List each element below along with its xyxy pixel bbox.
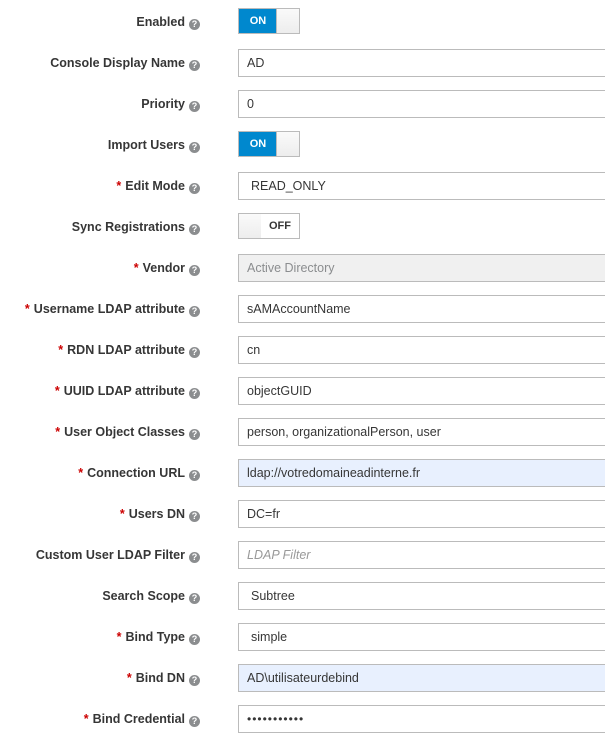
uuid-ldap-attribute-input[interactable]: objectGUID: [238, 377, 605, 405]
custom-user-ldap-filter-input[interactable]: LDAP Filter: [238, 541, 605, 569]
row-bind-type: * Bind Type? simple: [0, 623, 605, 651]
row-users-dn: * Users DN? DC=fr: [0, 500, 605, 528]
connection-url-input[interactable]: ldap://votredomaineadinterne.fr: [238, 459, 605, 487]
username-ldap-attribute-label: * Username LDAP attribute?: [25, 295, 200, 323]
import-users-label: Import Users?: [108, 131, 200, 159]
console-display-name-input[interactable]: AD: [238, 49, 605, 77]
required-mark: *: [119, 507, 125, 521]
bind-dn-label: * Bind DN?: [127, 664, 200, 692]
bind-credential-label: * Bind Credential?: [84, 705, 200, 733]
help-icon[interactable]: ?: [189, 142, 200, 153]
sync-registrations-label: Sync Registrations?: [72, 213, 200, 241]
help-icon[interactable]: ?: [189, 634, 200, 645]
priority-input[interactable]: 0: [238, 90, 605, 118]
toggle-off-label: OFF: [261, 214, 299, 238]
help-icon[interactable]: ?: [189, 593, 200, 604]
required-mark: *: [58, 343, 64, 357]
priority-label: Priority?: [141, 90, 200, 118]
row-enabled: Enabled? ON: [0, 8, 605, 36]
row-user-object-classes: * User Object Classes? person, organizati…: [0, 418, 605, 446]
required-mark: *: [54, 384, 60, 398]
help-icon[interactable]: ?: [189, 306, 200, 317]
required-mark: *: [24, 302, 30, 316]
user-object-classes-input[interactable]: person, organizationalPerson, user: [238, 418, 605, 446]
username-ldap-attribute-input[interactable]: sAMAccountName: [238, 295, 605, 323]
users-dn-input[interactable]: DC=fr: [238, 500, 605, 528]
row-custom-user-ldap-filter: Custom User LDAP Filter? LDAP Filter: [0, 541, 605, 569]
toggle-on-label: ON: [239, 9, 277, 33]
row-username-ldap-attribute: * Username LDAP attribute? sAMAccountName: [0, 295, 605, 323]
required-mark: *: [133, 261, 139, 275]
uuid-ldap-attribute-label: * UUID LDAP attribute?: [55, 377, 200, 405]
bind-type-label: * Bind Type?: [117, 623, 200, 651]
required-mark: *: [55, 425, 61, 439]
bind-dn-input[interactable]: AD\utilisateurdebind: [238, 664, 605, 692]
required-mark: *: [116, 179, 122, 193]
help-icon[interactable]: ?: [189, 716, 200, 727]
toggle-on-label: ON: [239, 132, 277, 156]
help-icon[interactable]: ?: [189, 101, 200, 112]
row-vendor: * Vendor? Active Directory: [0, 254, 605, 282]
enabled-toggle[interactable]: ON: [238, 8, 300, 34]
required-mark: *: [78, 466, 84, 480]
search-scope-label: Search Scope?: [102, 582, 200, 610]
help-icon[interactable]: ?: [189, 60, 200, 71]
row-import-users: Import Users? ON: [0, 131, 605, 159]
required-mark: *: [83, 712, 89, 726]
vendor-label: * Vendor?: [134, 254, 200, 282]
users-dn-label: * Users DN?: [120, 500, 200, 528]
row-sync-registrations: Sync Registrations? OFF: [0, 213, 605, 241]
vendor-select: Active Directory: [238, 254, 605, 282]
bind-credential-input[interactable]: •••••••••••: [238, 705, 605, 733]
help-icon[interactable]: ?: [189, 388, 200, 399]
row-rdn-ldap-attribute: * RDN LDAP attribute? cn: [0, 336, 605, 364]
edit-mode-select[interactable]: READ_ONLY: [238, 172, 605, 200]
enabled-label: Enabled?: [136, 8, 200, 36]
help-icon[interactable]: ?: [189, 675, 200, 686]
help-icon[interactable]: ?: [189, 347, 200, 358]
toggle-knob: [239, 214, 262, 238]
row-connection-url: * Connection URL? ldap://votredomaineadin…: [0, 459, 605, 487]
custom-user-ldap-filter-label: Custom User LDAP Filter?: [36, 541, 200, 569]
console-display-name-label: Console Display Name?: [50, 49, 200, 77]
row-priority: Priority? 0: [0, 90, 605, 118]
row-bind-dn: * Bind DN? AD\utilisateurdebind: [0, 664, 605, 692]
connection-url-label: * Connection URL?: [78, 459, 200, 487]
import-users-toggle[interactable]: ON: [238, 131, 300, 157]
row-console-display-name: Console Display Name? AD: [0, 49, 605, 77]
row-search-scope: Search Scope? Subtree: [0, 582, 605, 610]
toggle-knob: [276, 9, 299, 33]
bind-type-select[interactable]: simple: [238, 623, 605, 651]
help-icon[interactable]: ?: [189, 265, 200, 276]
required-mark: *: [126, 671, 132, 685]
rdn-ldap-attribute-label: * RDN LDAP attribute?: [58, 336, 200, 364]
user-object-classes-label: * User Object Classes?: [55, 418, 200, 446]
help-icon[interactable]: ?: [189, 470, 200, 481]
help-icon[interactable]: ?: [189, 224, 200, 235]
row-edit-mode: * Edit Mode? READ_ONLY: [0, 172, 605, 200]
help-icon[interactable]: ?: [189, 511, 200, 522]
sync-registrations-toggle[interactable]: OFF: [238, 213, 300, 239]
ldap-provider-form: Enabled? ON Console Display Name? AD Pri…: [0, 0, 605, 749]
edit-mode-label: * Edit Mode?: [116, 172, 200, 200]
row-bind-credential: * Bind Credential? •••••••••••: [0, 705, 605, 733]
row-uuid-ldap-attribute: * UUID LDAP attribute? objectGUID: [0, 377, 605, 405]
help-icon[interactable]: ?: [189, 19, 200, 30]
help-icon[interactable]: ?: [189, 429, 200, 440]
rdn-ldap-attribute-input[interactable]: cn: [238, 336, 605, 364]
help-icon[interactable]: ?: [189, 183, 200, 194]
search-scope-select[interactable]: Subtree: [238, 582, 605, 610]
help-icon[interactable]: ?: [189, 552, 200, 563]
toggle-knob: [276, 132, 299, 156]
required-mark: *: [116, 630, 122, 644]
